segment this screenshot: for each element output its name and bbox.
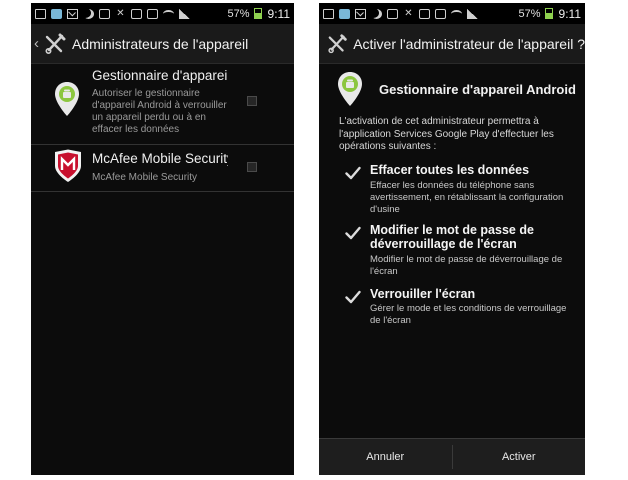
wifi-icon (451, 9, 462, 18)
mcafee-shield-icon (55, 149, 81, 182)
permission-description: Effacer les données du téléphone sans av… (370, 180, 564, 215)
permission-description: Modifier le mot de passe de déverrouilla… (370, 254, 563, 277)
chat-icon (387, 8, 398, 19)
clock: 9:11 (558, 6, 581, 21)
mail-icon (67, 8, 78, 19)
app-notification-icon (339, 8, 350, 19)
activate-button[interactable]: Activer (453, 439, 586, 475)
cancel-button[interactable]: Annuler (319, 439, 452, 475)
dialog-app-row: Gestionnaire d'appareil Android (319, 69, 585, 109)
admin-item-title: Gestionnaire d'appareil (92, 68, 228, 83)
clock: 9:11 (267, 6, 290, 21)
android-device-manager-icon (338, 72, 362, 106)
status-bar: ✕ 57% 9:11 (31, 3, 294, 24)
do-not-disturb-icon (371, 9, 382, 19)
gallery-icon (323, 8, 334, 19)
admin-item-mcafee[interactable]: McAfee Mobile Security McAfee Mobile Sec… (31, 145, 294, 192)
dialog-title: Activer l'administrateur de l'appareil ? (353, 35, 585, 52)
admin-item-device-manager[interactable]: Gestionnaire d'appareil Autoriser le ges… (31, 66, 294, 145)
dialog-intro-text: L'activation de cet administrateur perme… (339, 116, 554, 152)
permission-title: Verrouiller l'écran (370, 287, 476, 301)
signal-icon (179, 8, 190, 19)
mute-icon: ✕ (116, 7, 125, 19)
admin-item-title: McAfee Mobile Security (92, 151, 228, 166)
signal-icon (467, 8, 478, 19)
admin-checkbox-mcafee[interactable] (247, 162, 257, 172)
checkmark-icon (345, 226, 361, 240)
permission-description: Gérer le mode et les conditions de verro… (370, 303, 567, 326)
dialog-header: Activer l'administrateur de l'appareil ? (319, 24, 585, 64)
gallery-icon (35, 8, 46, 19)
android-device-manager-icon (55, 82, 79, 116)
checkmark-icon (345, 166, 361, 180)
nfc-icon (419, 8, 430, 19)
tools-icon (328, 33, 347, 53)
activate-admin-dialog: ✕ 57% 9:11 Activer l'administrateur de l… (319, 3, 585, 475)
admin-item-description: McAfee Mobile Security (92, 172, 198, 183)
nfc-icon (131, 8, 142, 19)
notification-icons: ✕ (35, 7, 228, 19)
dialog-button-bar: Annuler Activer (319, 438, 585, 475)
battery-percent: 57% (227, 7, 250, 20)
vibrate-icon (435, 8, 446, 19)
mail-icon (355, 8, 366, 19)
permission-title: Modifier le mot de passe de déverrouilla… (370, 223, 534, 251)
status-bar: ✕ 57% 9:11 (319, 3, 585, 24)
admin-checkbox-device-manager[interactable] (247, 96, 257, 106)
chat-icon (99, 8, 110, 19)
action-bar: ‹ Administrateurs de l'appareil (31, 24, 294, 64)
wifi-icon (163, 9, 174, 18)
do-not-disturb-icon (83, 9, 94, 19)
checkmark-icon (345, 290, 361, 304)
permission-title: Effacer toutes les données (370, 163, 530, 177)
device-admins-screen: ✕ 57% 9:11 ‹ Administrateurs de l'appare… (31, 3, 294, 475)
dialog-app-name: Gestionnaire d'appareil Android (379, 82, 576, 97)
tools-icon[interactable] (44, 33, 66, 55)
back-chevron-icon[interactable]: ‹ (34, 35, 42, 52)
admin-item-description: Autoriser le gestionnaire d'appareil And… (92, 88, 227, 135)
notification-icons: ✕ (323, 7, 519, 19)
vibrate-icon (147, 8, 158, 19)
mute-icon: ✕ (404, 7, 413, 19)
app-notification-icon (51, 8, 62, 19)
battery-icon (253, 8, 262, 19)
battery-icon (544, 8, 553, 19)
page-title: Administrateurs de l'appareil (72, 35, 249, 52)
battery-percent: 57% (518, 7, 541, 20)
